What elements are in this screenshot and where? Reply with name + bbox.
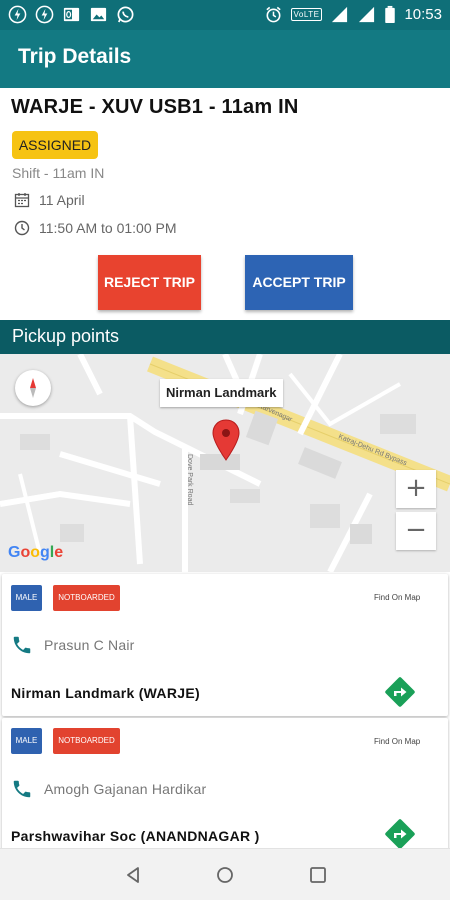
page-title: Trip Details [18,45,132,68]
map-marker-label: Nirman Landmark [160,379,283,407]
status-bar-system: VoLTE 10:53 [264,5,442,24]
directions-icon[interactable] [382,816,418,852]
boarding-status-badge: NOTBOARDED [53,585,120,611]
clock: 10:53 [404,6,442,23]
boarding-status-badge: NOTBOARDED [53,728,120,754]
app-notification-icon [35,5,54,24]
zoom-in-button[interactable]: + [396,470,436,508]
trip-date-row: 11 April [14,192,85,208]
pickup-point-card[interactable]: MALE NOTBOARDED Find On Map Prasun C Nai… [2,574,448,716]
gallery-icon [90,7,107,22]
find-on-map-link[interactable]: Find On Map [374,593,420,602]
trip-title: WARJE - XUV USB1 - 11am IN [11,96,299,118]
pickup-points-header: Pickup points [0,320,450,354]
status-badge: ASSIGNED [12,131,98,159]
map-road-label: Dove Park Road [186,454,193,505]
compass-icon [30,378,36,398]
phone-icon[interactable] [11,778,33,800]
app-bar: Trip Details [0,30,450,88]
gender-badge: MALE [11,585,42,611]
accept-trip-button[interactable]: ACCEPT TRIP [245,255,353,310]
google-letter: o [30,544,41,561]
google-letter: G [8,544,21,561]
alarm-icon [265,6,281,23]
signal-icon [332,6,348,23]
volte-icon: VoLTE [290,8,323,21]
google-letter: o [20,544,31,561]
phone-icon[interactable] [11,634,33,656]
trip-time-range: 11:50 AM to 01:00 PM [39,220,177,236]
status-bar: VoLTE 10:53 [0,0,450,30]
pickup-location: Parshwavihar Soc (ANANDNAGAR ) [11,828,260,844]
google-letter: g [40,544,50,561]
pickup-point-card[interactable]: MALE NOTBOARDED Find On Map Amogh Gajana… [2,718,448,858]
back-icon[interactable] [121,863,145,887]
gender-badge: MALE [11,728,42,754]
pickup-location: Nirman Landmark (WARJE) [11,685,200,701]
status-bar-notifications [8,5,135,24]
map-marker-icon[interactable] [211,418,241,462]
clock-icon [14,220,30,236]
signal-icon [359,6,375,23]
recents-icon[interactable] [306,863,330,887]
directions-icon[interactable] [382,674,418,710]
outlook-icon [63,7,80,22]
google-logo: Google [8,544,63,562]
home-icon[interactable] [213,863,237,887]
compass-button[interactable] [15,370,51,406]
whatsapp-icon [117,6,134,23]
pickup-points-title: Pickup points [12,326,120,346]
find-on-map-link[interactable]: Find On Map [374,737,420,746]
zoom-out-button[interactable]: − [396,512,436,550]
reject-trip-button[interactable]: REJECT TRIP [98,255,201,310]
google-letter: e [54,544,64,561]
calendar-icon [14,193,30,208]
system-nav-bar [0,848,450,900]
trip-time-row: 11:50 AM to 01:00 PM [14,220,177,236]
shift-label: Shift - 11am IN [12,165,105,181]
app-notification-icon [8,5,27,24]
battery-icon [385,5,396,24]
passenger-name: Amogh Gajanan Hardikar [44,781,207,797]
passenger-name: Prasun C Nair [44,637,135,653]
trip-date: 11 April [39,192,85,208]
